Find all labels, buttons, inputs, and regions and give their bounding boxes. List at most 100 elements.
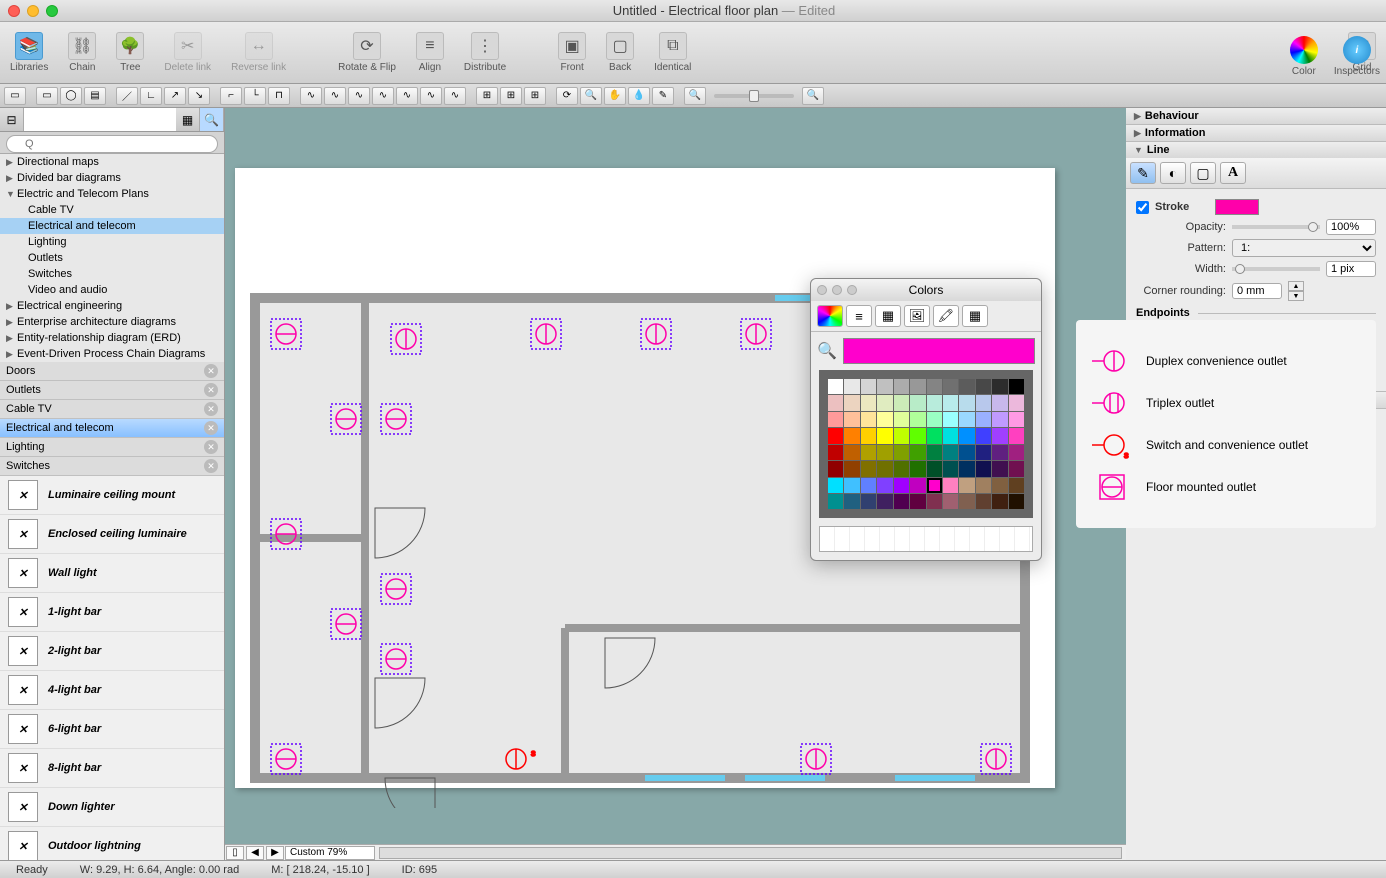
search-icon[interactable]: 🔍 — [200, 108, 224, 131]
grid-view-icon[interactable]: ▦ — [176, 108, 200, 131]
inspectors-button[interactable]: i Inspectors — [1334, 36, 1380, 77]
color-cell[interactable] — [861, 494, 876, 509]
identical-button[interactable]: ⧉Identical — [654, 32, 691, 73]
color-cell[interactable] — [861, 412, 876, 427]
close-icon[interactable]: ✕ — [204, 421, 218, 435]
color-cell[interactable] — [976, 478, 991, 493]
shape-item[interactable]: ✕Down lighter — [0, 788, 224, 827]
color-cell[interactable] — [1009, 428, 1024, 443]
tree-item[interactable]: ▶Electrical engineering — [0, 298, 224, 314]
color-cell[interactable] — [943, 395, 958, 410]
color-cell[interactable] — [910, 478, 925, 493]
wheel-tab[interactable] — [817, 305, 843, 327]
color-cell[interactable] — [992, 445, 1007, 460]
libraries-button[interactable]: 📚Libraries — [10, 32, 48, 73]
color-cell[interactable] — [959, 461, 974, 476]
color-cell[interactable] — [976, 461, 991, 476]
color-cell[interactable] — [828, 461, 843, 476]
color-cell[interactable] — [877, 494, 892, 509]
refresh-tool[interactable]: ⟳ — [556, 87, 578, 105]
color-cell[interactable] — [943, 445, 958, 460]
align-button[interactable]: ≡Align — [416, 32, 444, 73]
color-cell[interactable] — [894, 494, 909, 509]
current-color-swatch[interactable] — [843, 338, 1035, 364]
color-cell[interactable] — [927, 478, 942, 493]
color-cell[interactable] — [992, 428, 1007, 443]
color-cell[interactable] — [894, 428, 909, 443]
color-cell[interactable] — [976, 445, 991, 460]
tree-button[interactable]: 🌳Tree — [116, 32, 144, 73]
group-tool-1[interactable]: ⊞ — [476, 87, 498, 105]
color-cell[interactable] — [894, 478, 909, 493]
eyedropper-tool[interactable]: 💧 — [628, 87, 650, 105]
color-cell[interactable] — [959, 412, 974, 427]
color-cell[interactable] — [877, 461, 892, 476]
corner-input[interactable] — [1232, 283, 1282, 299]
tree-item[interactable]: ▶Enterprise architecture diagrams — [0, 314, 224, 330]
color-cell[interactable] — [910, 395, 925, 410]
color-cell[interactable] — [894, 395, 909, 410]
color-cell[interactable] — [894, 445, 909, 460]
color-cell[interactable] — [861, 478, 876, 493]
swatches-tab[interactable]: ▦ — [962, 305, 988, 327]
close-icon[interactable]: ✕ — [204, 440, 218, 454]
color-cell[interactable] — [976, 494, 991, 509]
color-cell[interactable] — [959, 428, 974, 443]
curve-tool-4[interactable]: ∿ — [372, 87, 394, 105]
line-tool-4[interactable]: ↘ — [188, 87, 210, 105]
rotate-flip-button[interactable]: ⟳Rotate & Flip — [338, 32, 396, 73]
back-button[interactable]: ▢Back — [606, 32, 634, 73]
color-cell[interactable] — [943, 461, 958, 476]
zoom-handle[interactable] — [749, 90, 759, 102]
crayons-tab[interactable]: 🖍 — [933, 305, 959, 327]
line-tool-1[interactable]: ／ — [116, 87, 138, 105]
color-cell[interactable] — [861, 445, 876, 460]
tree-subitem[interactable]: Electrical and telecom — [0, 218, 224, 234]
color-cell[interactable] — [1009, 478, 1024, 493]
color-cell[interactable] — [844, 445, 859, 460]
select-tool[interactable]: ▭ — [4, 87, 26, 105]
zoom-input[interactable] — [285, 846, 375, 860]
color-cell[interactable] — [1009, 494, 1024, 509]
curve-tool-1[interactable]: ∿ — [300, 87, 322, 105]
minimize-icon[interactable] — [832, 285, 842, 295]
group-tool-2[interactable]: ⊞ — [500, 87, 522, 105]
pattern-select[interactable]: 1: — [1232, 239, 1376, 257]
chain-button[interactable]: ⛓Chain — [68, 32, 96, 73]
color-cell[interactable] — [844, 412, 859, 427]
pan-tool[interactable]: ✋ — [604, 87, 626, 105]
color-cell[interactable] — [844, 461, 859, 476]
color-cell[interactable] — [910, 445, 925, 460]
opacity-slider[interactable] — [1232, 225, 1320, 229]
color-cell[interactable] — [828, 445, 843, 460]
color-cell[interactable] — [1009, 445, 1024, 460]
opacity-input[interactable] — [1326, 219, 1376, 235]
color-cell[interactable] — [1009, 395, 1024, 410]
color-cell[interactable] — [992, 478, 1007, 493]
color-cell[interactable] — [844, 478, 859, 493]
color-cell[interactable] — [861, 428, 876, 443]
tab-fill[interactable]: ▢ — [1190, 162, 1216, 184]
color-cell[interactable] — [959, 445, 974, 460]
shape-item[interactable]: ✕6-light bar — [0, 710, 224, 749]
header-line[interactable]: ▼Line — [1126, 142, 1386, 158]
tree-subitem[interactable]: Cable TV — [0, 202, 224, 218]
color-cell[interactable] — [943, 494, 958, 509]
color-cell[interactable] — [927, 395, 942, 410]
tree-view-icon[interactable]: ⊟ — [0, 108, 24, 131]
color-cell[interactable] — [992, 395, 1007, 410]
color-cell[interactable] — [1009, 461, 1024, 476]
lib-group[interactable]: Lighting✕ — [0, 438, 224, 457]
color-cell[interactable] — [861, 395, 876, 410]
lib-group[interactable]: Doors✕ — [0, 362, 224, 381]
color-cell[interactable] — [828, 428, 843, 443]
shape-item[interactable]: ✕Luminaire ceiling mount — [0, 476, 224, 515]
connector-tool-2[interactable]: └ — [244, 87, 266, 105]
color-cell[interactable] — [992, 461, 1007, 476]
color-cell[interactable] — [828, 412, 843, 427]
colors-panel[interactable]: Colors ≡ ▦ 🖼 🖍 ▦ 🔍 — [810, 278, 1042, 561]
width-slider[interactable] — [1232, 267, 1320, 271]
color-cell[interactable] — [992, 412, 1007, 427]
close-icon[interactable]: ✕ — [204, 364, 218, 378]
color-cell[interactable] — [976, 395, 991, 410]
